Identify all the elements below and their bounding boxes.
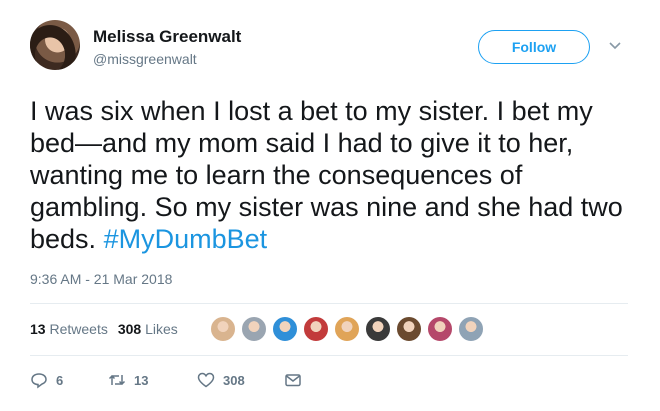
liker-avatar[interactable] <box>272 316 298 342</box>
author-handle[interactable]: @missgreenwalt <box>93 51 197 67</box>
divider <box>30 303 628 304</box>
tweet-text: I was six when I lost a bet to my sister… <box>30 95 640 255</box>
retweet-button[interactable]: 13 <box>108 371 148 389</box>
chevron-down-icon[interactable] <box>608 38 622 52</box>
liker-avatar[interactable] <box>365 316 391 342</box>
liker-avatar[interactable] <box>303 316 329 342</box>
tweet-timestamp[interactable]: 9:36 AM - 21 Mar 2018 <box>30 271 172 287</box>
reply-icon <box>31 373 47 389</box>
liker-avatar[interactable] <box>334 316 360 342</box>
retweet-icon <box>108 374 126 386</box>
author-name[interactable]: Melissa Greenwalt <box>93 27 241 47</box>
reply-count: 6 <box>56 372 64 388</box>
follow-button[interactable]: Follow <box>478 30 590 64</box>
heart-icon <box>197 372 215 388</box>
author-avatar[interactable] <box>30 20 80 70</box>
liker-avatar[interactable] <box>396 316 422 342</box>
like-count: 308 <box>223 372 245 388</box>
hashtag-link[interactable]: #MyDumbBet <box>104 224 268 254</box>
envelope-icon <box>285 374 301 387</box>
direct-message-button[interactable] <box>284 371 302 389</box>
reply-button[interactable]: 6 <box>30 371 63 389</box>
liker-avatar[interactable] <box>458 316 484 342</box>
liker-avatar[interactable] <box>241 316 267 342</box>
tweet-stats: 13 Retweets 308 Likes <box>30 321 178 337</box>
liker-avatar[interactable] <box>210 316 236 342</box>
likes-stat[interactable]: 308 Likes <box>118 321 178 337</box>
liker-avatars[interactable] <box>210 316 489 344</box>
like-button[interactable]: 308 <box>197 371 245 389</box>
retweets-stat[interactable]: 13 Retweets <box>30 321 108 337</box>
divider <box>30 355 628 356</box>
retweet-count: 13 <box>134 372 149 388</box>
tweet-card: Melissa Greenwalt @missgreenwalt Follow … <box>0 0 660 411</box>
liker-avatar[interactable] <box>427 316 453 342</box>
